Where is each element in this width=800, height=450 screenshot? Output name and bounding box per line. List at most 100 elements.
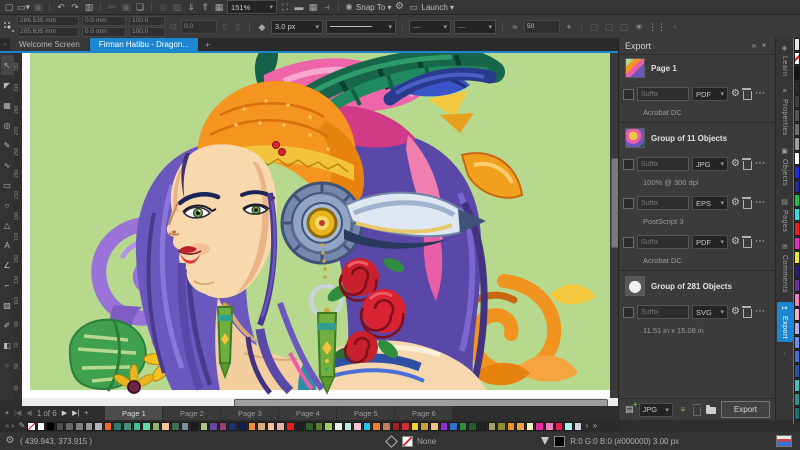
add-tool-button[interactable]: + (1, 355, 14, 375)
horizontal-scrollbar[interactable] (22, 398, 618, 406)
pick-tool[interactable]: ↖ (1, 55, 14, 75)
color-swatch[interactable] (46, 422, 55, 431)
color-swatch[interactable] (794, 38, 800, 51)
color-swatch[interactable] (353, 422, 362, 431)
color-swatch[interactable] (497, 422, 506, 431)
open-document-icon[interactable]: ▭▾ (17, 1, 30, 13)
show-grid-icon[interactable]: ▦ (307, 1, 319, 13)
export-button[interactable]: Export (721, 401, 770, 418)
ellipse-tool[interactable]: ○ (1, 195, 14, 215)
docker-tab-export[interactable]: ↦Export (777, 302, 793, 342)
color-swatch[interactable] (37, 422, 46, 431)
mirror-vertical-icon[interactable]: ▯ (233, 21, 243, 33)
export-item-row[interactable]: SVG▾⚙⋯ (619, 299, 775, 325)
tab-scroll-icon[interactable]: ▪ (0, 39, 10, 51)
page-height-field[interactable]: 205.635 mm (17, 27, 79, 37)
page-tab-page-2[interactable]: Page 2 (163, 406, 220, 420)
freehand-tool[interactable]: ✎ (1, 135, 14, 155)
color-swatch[interactable] (382, 422, 391, 431)
text-tool[interactable]: A (1, 235, 14, 255)
status-gear-icon[interactable]: ⚙ (4, 435, 16, 447)
docker-tab-comments[interactable]: ✉Comments (777, 241, 793, 296)
color-swatch[interactable] (75, 422, 84, 431)
palette-scroll-right-icon[interactable]: ▸ (10, 420, 17, 432)
tab-document-active[interactable]: Firman Hatibu - Dragon... (90, 38, 198, 51)
item-delete-icon[interactable] (743, 161, 752, 170)
color-swatch[interactable] (794, 166, 800, 179)
options-gear-icon[interactable]: ⚙ (394, 1, 406, 13)
color-swatch[interactable] (363, 422, 372, 431)
color-swatch[interactable] (794, 293, 800, 306)
item-checkbox[interactable] (623, 159, 634, 170)
color-swatch[interactable] (152, 422, 161, 431)
color-swatch[interactable] (794, 336, 800, 349)
export-item-row[interactable]: EPS▾⚙⋯ (619, 190, 775, 216)
color-swatch[interactable] (794, 137, 800, 150)
suffix-input[interactable] (637, 196, 689, 210)
docker-tab-learn[interactable]: ◈Learn (777, 42, 793, 79)
color-swatch[interactable] (449, 422, 458, 431)
item-settings-gear-icon[interactable]: ⚙ (731, 159, 740, 169)
artistic-media-tool[interactable]: ∿ (1, 155, 14, 175)
page-origin-icon[interactable] (3, 21, 14, 32)
color-swatch[interactable] (401, 422, 410, 431)
document-proof-icon[interactable] (776, 435, 792, 447)
item-checkbox[interactable] (623, 198, 634, 209)
previous-page-button[interactable]: ◀ (26, 409, 31, 417)
item-more-icon[interactable]: ⋯ (755, 159, 765, 169)
color-swatch[interactable] (267, 422, 276, 431)
rectangle-tool[interactable]: ▭ (1, 175, 14, 195)
suffix-input[interactable] (637, 87, 689, 101)
drawing-canvas[interactable] (22, 53, 610, 398)
save-icon[interactable]: ▣ (32, 1, 44, 13)
fill-none-swatch[interactable] (402, 436, 413, 447)
shape-tool[interactable]: ◤ (1, 75, 14, 95)
fill-icon[interactable] (385, 435, 398, 448)
color-swatch[interactable] (555, 422, 564, 431)
docker-collapse-icon[interactable]: » (749, 40, 759, 52)
color-swatch[interactable] (276, 422, 285, 431)
color-swatch[interactable] (219, 422, 228, 431)
color-swatch[interactable] (794, 152, 800, 165)
docker-tab-properties[interactable]: ≡Properties (777, 85, 793, 139)
first-page-button[interactable]: |◀ (14, 409, 21, 417)
color-swatch[interactable] (305, 422, 314, 431)
redo-icon[interactable]: ↷ (69, 1, 81, 13)
color-swatch[interactable] (794, 308, 800, 321)
page-tab-page-1[interactable]: Page 1 (105, 406, 162, 420)
color-swatch[interactable] (411, 422, 420, 431)
add-page-button-2[interactable]: + (84, 410, 88, 417)
palette-scroll-left-icon[interactable]: ◂ (3, 420, 10, 432)
color-swatch[interactable] (181, 422, 190, 431)
format-select[interactable]: SVG▾ (692, 305, 728, 319)
outline-pen-icon[interactable] (541, 437, 549, 445)
docker-close-icon[interactable]: × (759, 40, 769, 52)
tab-welcome-screen[interactable]: Welcome Screen (10, 38, 89, 51)
palette-expand-icon[interactable]: » (590, 420, 599, 432)
crop-tool[interactable]: ▦ (1, 95, 14, 115)
page-tab-page-4[interactable]: Page 4 (279, 406, 336, 420)
item-settings-gear-icon[interactable]: ⚙ (731, 307, 740, 317)
color-swatch[interactable] (228, 422, 237, 431)
options-icon[interactable]: ▧ (171, 1, 183, 13)
scale-v-field[interactable]: 100.0 (129, 27, 165, 37)
color-swatch[interactable] (315, 422, 324, 431)
color-swatch[interactable] (324, 422, 333, 431)
page-width-field[interactable]: 286.535 mm (17, 16, 79, 26)
color-swatch[interactable] (468, 422, 477, 431)
page-tab-page-5[interactable]: Page 5 (337, 406, 394, 420)
item-checkbox[interactable] (623, 237, 634, 248)
end-arrowhead-select[interactable]: —▾ (454, 20, 496, 34)
color-swatch[interactable] (85, 422, 94, 431)
color-swatch[interactable] (574, 422, 583, 431)
color-swatch[interactable] (104, 422, 113, 431)
add-page-button[interactable]: + (5, 410, 9, 417)
color-swatch[interactable] (344, 422, 353, 431)
color-swatch[interactable] (535, 422, 544, 431)
format-select[interactable]: PDF▾ (692, 235, 728, 249)
add-export-item-icon[interactable]: ▤+ (625, 404, 634, 415)
color-swatch[interactable] (488, 422, 497, 431)
new-document-icon[interactable]: ▢ (3, 1, 15, 13)
color-swatch[interactable] (459, 422, 468, 431)
guidelines-icon[interactable]: ⫞ (321, 1, 333, 13)
